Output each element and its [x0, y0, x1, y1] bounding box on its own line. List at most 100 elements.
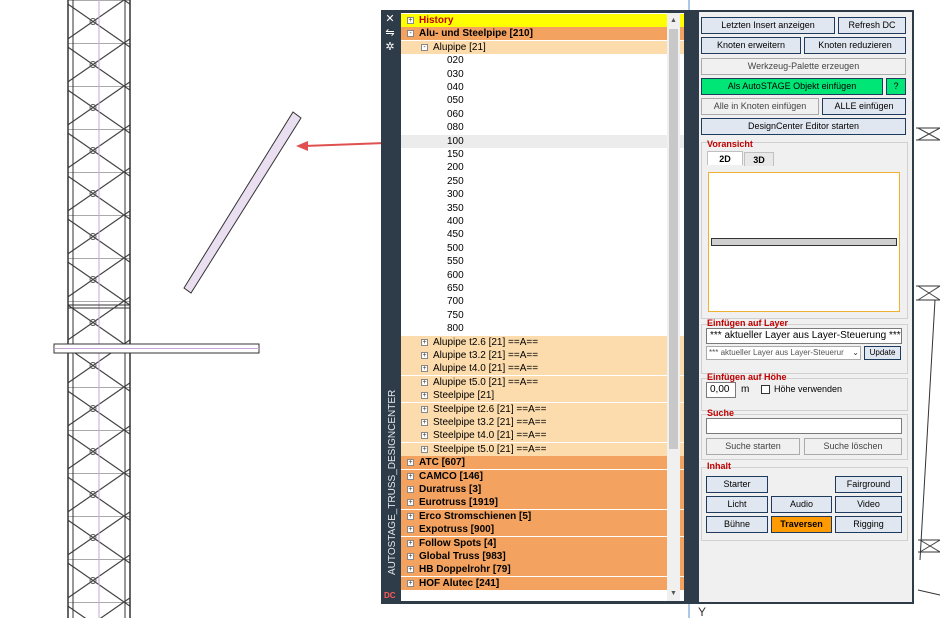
help-button[interactable]: ?: [886, 78, 906, 95]
last-insert-button[interactable]: Letzten Insert anzeigen: [701, 17, 835, 34]
tree-subcategory[interactable]: + Steelpipe t5.0 [21] ==A==: [401, 442, 684, 456]
tree-category[interactable]: + Duratruss [3]: [401, 483, 684, 496]
tree-category[interactable]: + CAMCO [146]: [401, 469, 684, 483]
tree-subcategory[interactable]: + Alupipe t2.6 [21] ==A==: [401, 335, 684, 349]
expand-icon[interactable]: +: [407, 512, 414, 520]
tree-item[interactable]: 700: [401, 295, 684, 309]
tree-item[interactable]: 040: [401, 81, 684, 94]
expand-icon[interactable]: +: [407, 486, 414, 493]
insert-all-button[interactable]: ALLE einfügen: [822, 98, 906, 115]
tree-category[interactable]: + Erco Stromschienen [5]: [401, 509, 684, 523]
trusses-button[interactable]: Traversen: [771, 516, 832, 533]
catalog-tree[interactable]: + History - Alu- und Steelpipe [210] - Alupip…: [401, 13, 684, 601]
use-height-checkbox[interactable]: [761, 385, 770, 394]
tab-2d[interactable]: 2D: [707, 151, 743, 165]
expand-icon[interactable]: +: [407, 459, 414, 467]
autohide-icon[interactable]: ⇋: [384, 27, 396, 39]
insert-all-in-node-button[interactable]: Alle in Knoten einfügen: [701, 98, 819, 115]
tree-item[interactable]: 750: [401, 308, 684, 322]
tree-item[interactable]: 400: [401, 215, 684, 228]
collapse-icon[interactable]: -: [407, 30, 414, 38]
tree-subcategory[interactable]: - Alupipe [21]: [401, 40, 684, 54]
tool-palette-button[interactable]: Werkzeug-Palette erzeugen: [701, 58, 906, 75]
expand-icon[interactable]: +: [407, 472, 414, 480]
insert-object-button[interactable]: Als AutoSTAGE Objekt einfügen: [701, 78, 883, 95]
tree-item[interactable]: 150: [401, 148, 684, 161]
scroll-thumb[interactable]: [669, 29, 678, 449]
expand-icon[interactable]: +: [421, 338, 428, 346]
scroll-up-icon[interactable]: ▲: [668, 15, 679, 26]
tree-item[interactable]: 350: [401, 201, 684, 215]
reduce-nodes-button[interactable]: Knoten reduzieren: [804, 37, 906, 54]
tree-item[interactable]: 030: [401, 67, 684, 81]
expand-icon[interactable]: +: [407, 17, 414, 24]
expand-icon[interactable]: +: [407, 539, 414, 547]
tree-item[interactable]: 300: [401, 188, 684, 202]
gear-icon[interactable]: ✲: [384, 41, 396, 53]
expand-icon[interactable]: +: [421, 432, 428, 440]
expand-icon[interactable]: +: [421, 445, 428, 453]
tree-category[interactable]: + Eurotruss [1919]: [401, 496, 684, 510]
expand-icon[interactable]: +: [421, 405, 428, 413]
expand-icon[interactable]: +: [421, 378, 428, 386]
tree-item[interactable]: 650: [401, 282, 684, 295]
light-button[interactable]: Licht: [706, 496, 768, 513]
expand-icon[interactable]: +: [421, 419, 428, 426]
tree-category[interactable]: + ATC [607]: [401, 456, 684, 470]
tree-item[interactable]: 200: [401, 161, 684, 175]
search-start-button[interactable]: Suche starten: [706, 438, 800, 455]
tree-item[interactable]: 450: [401, 228, 684, 242]
tree-item[interactable]: 500: [401, 241, 684, 255]
expand-icon[interactable]: +: [407, 499, 414, 507]
tree-item[interactable]: 050: [401, 94, 684, 108]
audio-button[interactable]: Audio: [771, 496, 832, 513]
expand-icon[interactable]: +: [407, 526, 414, 534]
fairground-button[interactable]: Fairground: [835, 476, 902, 493]
expand-nodes-button[interactable]: Knoten erweitern: [701, 37, 801, 54]
tree-category[interactable]: + HOF Alutec [241]: [401, 576, 684, 590]
expand-icon[interactable]: +: [421, 352, 428, 359]
tree-category[interactable]: + History: [401, 14, 684, 27]
tree-item[interactable]: 250: [401, 174, 684, 188]
tree-item[interactable]: 060: [401, 107, 684, 121]
stage-button[interactable]: Bühne: [706, 516, 768, 533]
tree-item[interactable]: 100: [401, 134, 684, 148]
layer-field[interactable]: *** aktueller Layer aus Layer-Steuerung …: [706, 328, 902, 344]
tree-subcategory[interactable]: + Steelpipe t2.6 [21] ==A==: [401, 402, 684, 416]
palette-title-bar[interactable]: ✕ ⇋ ✲ AUTOSTAGE_TRUSS_DESIGNCENTER DC: [381, 10, 399, 604]
tree-category[interactable]: + Expotruss [900]: [401, 523, 684, 537]
tree-category[interactable]: + Follow Spots [4]: [401, 536, 684, 550]
tree-item[interactable]: 080: [401, 121, 684, 135]
height-input[interactable]: 0,00: [706, 382, 736, 398]
scroll-down-icon[interactable]: ▼: [668, 588, 679, 599]
start-editor-button[interactable]: DesignCenter Editor starten: [701, 118, 906, 135]
expand-icon[interactable]: +: [407, 553, 414, 560]
layer-select[interactable]: *** aktueller Layer aus Layer-Steuerur ⌄: [706, 346, 861, 360]
video-button[interactable]: Video: [835, 496, 902, 513]
tree-item[interactable]: 020: [401, 54, 684, 68]
expand-icon[interactable]: +: [421, 365, 428, 373]
close-icon[interactable]: ✕: [384, 13, 396, 25]
tree-category[interactable]: - Alu- und Steelpipe [210]: [401, 27, 684, 41]
update-button[interactable]: Update: [864, 346, 901, 360]
tree-subcategory[interactable]: + Steelpipe t3.2 [21] ==A==: [401, 416, 684, 429]
tree-scrollbar[interactable]: ▲ ▼: [667, 13, 680, 601]
expand-icon[interactable]: +: [421, 392, 428, 400]
search-clear-button[interactable]: Suche löschen: [804, 438, 902, 455]
tree-subcategory[interactable]: + Steelpipe [21]: [401, 389, 684, 403]
tree-subcategory[interactable]: + Alupipe t4.0 [21] ==A==: [401, 362, 684, 376]
tree-subcategory[interactable]: + Alupipe t5.0 [21] ==A==: [401, 375, 684, 389]
tree-category[interactable]: + HB Doppelrohr [79]: [401, 563, 684, 577]
rigging-button[interactable]: Rigging: [835, 516, 902, 533]
search-input[interactable]: [706, 418, 902, 434]
expand-icon[interactable]: +: [407, 566, 414, 574]
starter-button[interactable]: Starter: [706, 476, 768, 493]
tab-3d[interactable]: 3D: [744, 152, 774, 166]
expand-icon[interactable]: +: [407, 579, 414, 587]
refresh-dc-button[interactable]: Refresh DC: [838, 17, 906, 34]
tree-category[interactable]: + Global Truss [983]: [401, 550, 684, 563]
tree-subcategory[interactable]: + Alupipe t3.2 [21] ==A==: [401, 349, 684, 362]
tree-item[interactable]: 600: [401, 268, 684, 282]
tree-subcategory[interactable]: + Steelpipe t4.0 [21] ==A==: [401, 429, 684, 443]
designcenter-palette[interactable]: ✕ ⇋ ✲ AUTOSTAGE_TRUSS_DESIGNCENTER DC + H…: [381, 10, 914, 604]
